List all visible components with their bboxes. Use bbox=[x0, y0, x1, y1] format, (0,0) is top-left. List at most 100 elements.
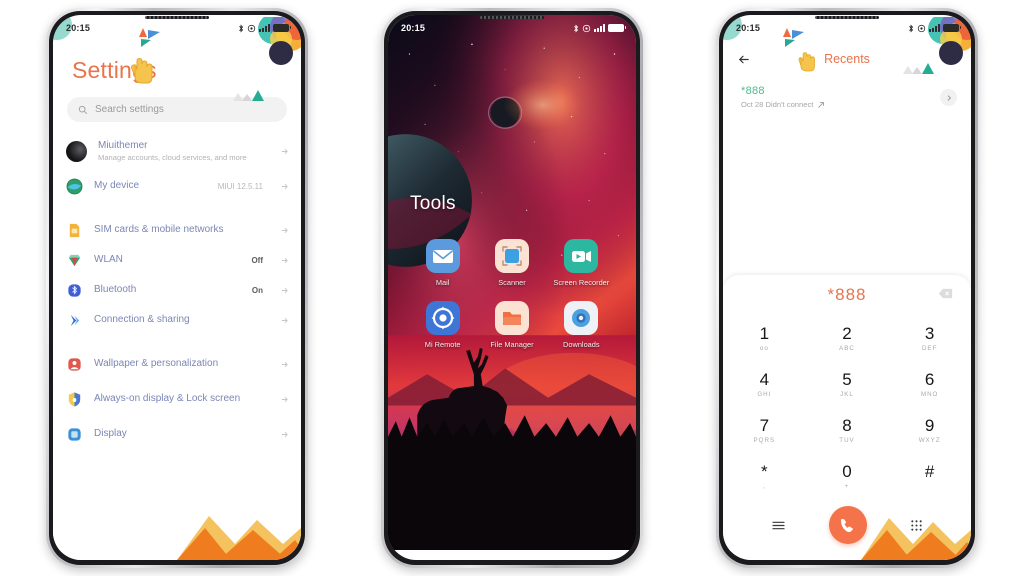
dialpad-key-2[interactable]: 2 ABC bbox=[806, 315, 889, 361]
key-digit: 3 bbox=[924, 323, 935, 343]
dialpad-key-1[interactable]: 1 oo bbox=[723, 315, 806, 361]
page-title: Recents bbox=[824, 52, 870, 66]
device-icon bbox=[66, 178, 83, 194]
chevron-right-icon bbox=[281, 257, 288, 263]
item-value: MIUI 12.5.11 bbox=[217, 181, 263, 191]
item-label: WLAN bbox=[94, 254, 123, 265]
item-text: Always-on display & Lock screen bbox=[94, 393, 269, 405]
key-letters: ABC bbox=[839, 344, 855, 352]
phone-bezel: 20:15 Tools Mail Scanner Screen Recorder… bbox=[384, 11, 640, 565]
sidebar-item-account[interactable]: Miuithemer Manage accounts, cloud servic… bbox=[53, 131, 301, 171]
decorative-mountains-small bbox=[233, 90, 264, 101]
hand-cursor-icon bbox=[131, 57, 153, 84]
key-letters: JKL bbox=[840, 390, 854, 398]
earpiece-speaker bbox=[480, 16, 544, 19]
app-label: Downloads bbox=[563, 340, 600, 350]
app-label: Scanner bbox=[498, 278, 526, 287]
dialpad-key-hash[interactable]: # bbox=[888, 453, 971, 499]
app-label: Screen Recorder bbox=[553, 278, 610, 287]
call-number: *888 bbox=[741, 85, 765, 97]
bluetooth-icon bbox=[239, 24, 244, 32]
phone-device-settings: 20:15 Settings Search settings Miuitheme… bbox=[46, 8, 308, 568]
app-icon-scanner[interactable]: Scanner bbox=[477, 239, 546, 287]
dialpad-keys: 1 oo 2 ABC 3 DEF 4 GHI 5 JKL 6 MNO 7 PQRS 8 TUV … bbox=[723, 315, 971, 499]
app-icon-screen-recorder[interactable]: Screen Recorder bbox=[547, 239, 616, 287]
key-digit: 9 bbox=[924, 415, 935, 435]
key-letters: oo bbox=[759, 344, 769, 352]
decorative-mountains-bottom bbox=[861, 518, 971, 560]
item-text: Connection & sharing bbox=[94, 314, 269, 326]
item-label: Miuithemer bbox=[98, 139, 148, 151]
app-label: Mi Remote bbox=[424, 340, 461, 350]
sidebar-item-my-device[interactable]: My device MIUI 12.5.11 bbox=[53, 171, 301, 201]
app-grid: Mail Scanner Screen Recorder Mi Remote F… bbox=[388, 239, 636, 350]
sidebar-item-display[interactable]: Display bbox=[53, 419, 301, 449]
item-text: WLAN bbox=[94, 254, 240, 266]
decorative-mountains-bottom bbox=[177, 516, 301, 560]
key-digit: 5 bbox=[842, 369, 852, 389]
earpiece-speaker bbox=[815, 16, 879, 19]
menu-icon[interactable] bbox=[771, 520, 786, 531]
sidebar-item-wlan[interactable]: WLAN Off bbox=[53, 245, 301, 275]
chevron-right-icon bbox=[281, 227, 288, 233]
outgoing-call-icon bbox=[818, 101, 825, 108]
key-letters: PQRS bbox=[753, 436, 776, 444]
key-digit: 8 bbox=[842, 415, 852, 435]
signal-icon bbox=[594, 24, 605, 32]
dialpad-key-6[interactable]: 6 MNO bbox=[888, 361, 971, 407]
phone-bezel: 20:15 bbox=[49, 11, 305, 565]
sidebar-item-bluetooth[interactable]: Bluetooth On bbox=[53, 275, 301, 305]
status-time: 20:15 bbox=[401, 23, 426, 33]
phone2-screen: 20:15 Tools Mail Scanner Screen Recorder… bbox=[388, 15, 636, 560]
dialpad-key-0[interactable]: 0 + bbox=[806, 453, 889, 499]
key-letters: DEF bbox=[921, 344, 938, 352]
item-sub: Manage accounts, cloud services, and mor… bbox=[98, 152, 247, 162]
dialpad-key-star[interactable]: *, bbox=[723, 453, 806, 499]
item-label: SIM cards & mobile networks bbox=[94, 224, 224, 235]
item-text: Miuithemer Manage accounts, cloud servic… bbox=[98, 140, 269, 162]
back-arrow-icon[interactable] bbox=[737, 53, 750, 66]
app-icon-downloads[interactable]: Downloads bbox=[547, 301, 616, 349]
connection-icon bbox=[70, 314, 80, 326]
backspace-icon[interactable] bbox=[938, 288, 953, 299]
app-icon-mi-remote[interactable]: Mi Remote bbox=[408, 301, 477, 349]
item-label: Bluetooth bbox=[94, 284, 137, 295]
sidebar-item-connection-sharing[interactable]: Connection & sharing bbox=[53, 305, 301, 335]
dialer-header: Recents bbox=[723, 41, 971, 77]
sim-card-icon bbox=[69, 223, 80, 237]
wlan-icon bbox=[68, 254, 81, 266]
phone1-screen: 20:15 Settings Search settings Miuitheme… bbox=[53, 15, 301, 560]
item-text: Bluetooth bbox=[94, 284, 241, 296]
dialpad-key-7[interactable]: 7 PQRS bbox=[723, 407, 806, 453]
dialpad-key-4[interactable]: 4 GHI bbox=[723, 361, 806, 407]
status-time: 20:15 bbox=[66, 23, 91, 33]
status-icons bbox=[573, 24, 626, 33]
earpiece-speaker bbox=[145, 16, 209, 19]
call-detail-text: Oct 28 Didn't connect bbox=[741, 100, 814, 109]
chevron-right-icon bbox=[281, 183, 288, 189]
phone-bezel: 20:15 bbox=[719, 11, 975, 565]
call-detail: Oct 28 Didn't connect bbox=[741, 100, 971, 109]
call-detail-button[interactable] bbox=[940, 89, 957, 106]
dialpad-key-3[interactable]: 3 DEF bbox=[888, 315, 971, 361]
sidebar-item-lockscreen[interactable]: Always-on display & Lock screen bbox=[53, 379, 301, 419]
remote-icon bbox=[425, 301, 460, 336]
sidebar-item-sim[interactable]: SIM cards & mobile networks bbox=[53, 215, 301, 245]
item-text: Wallpaper & personalization bbox=[94, 358, 269, 370]
sidebar-item-wallpaper[interactable]: Wallpaper & personalization bbox=[53, 349, 301, 379]
battery-icon bbox=[608, 24, 626, 32]
app-icon-mail[interactable]: Mail bbox=[408, 239, 477, 287]
dialpad-key-9[interactable]: 9 WXYZ bbox=[888, 407, 971, 453]
key-digit: # bbox=[924, 461, 935, 481]
wallpaper-icon bbox=[68, 357, 81, 371]
app-label: File Manager bbox=[490, 340, 534, 350]
key-letters: , bbox=[762, 482, 766, 490]
mail-icon bbox=[425, 239, 460, 273]
key-letters: TUV bbox=[839, 436, 855, 444]
key-digit: 2 bbox=[842, 323, 852, 343]
call-log-entry[interactable]: *888 Oct 28 Didn't connect bbox=[723, 77, 971, 109]
app-icon-file-manager[interactable]: File Manager bbox=[477, 301, 546, 349]
list-divider-gap bbox=[53, 201, 301, 215]
dialpad-key-8[interactable]: 8 TUV bbox=[806, 407, 889, 453]
dialpad-key-5[interactable]: 5 JKL bbox=[806, 361, 889, 407]
